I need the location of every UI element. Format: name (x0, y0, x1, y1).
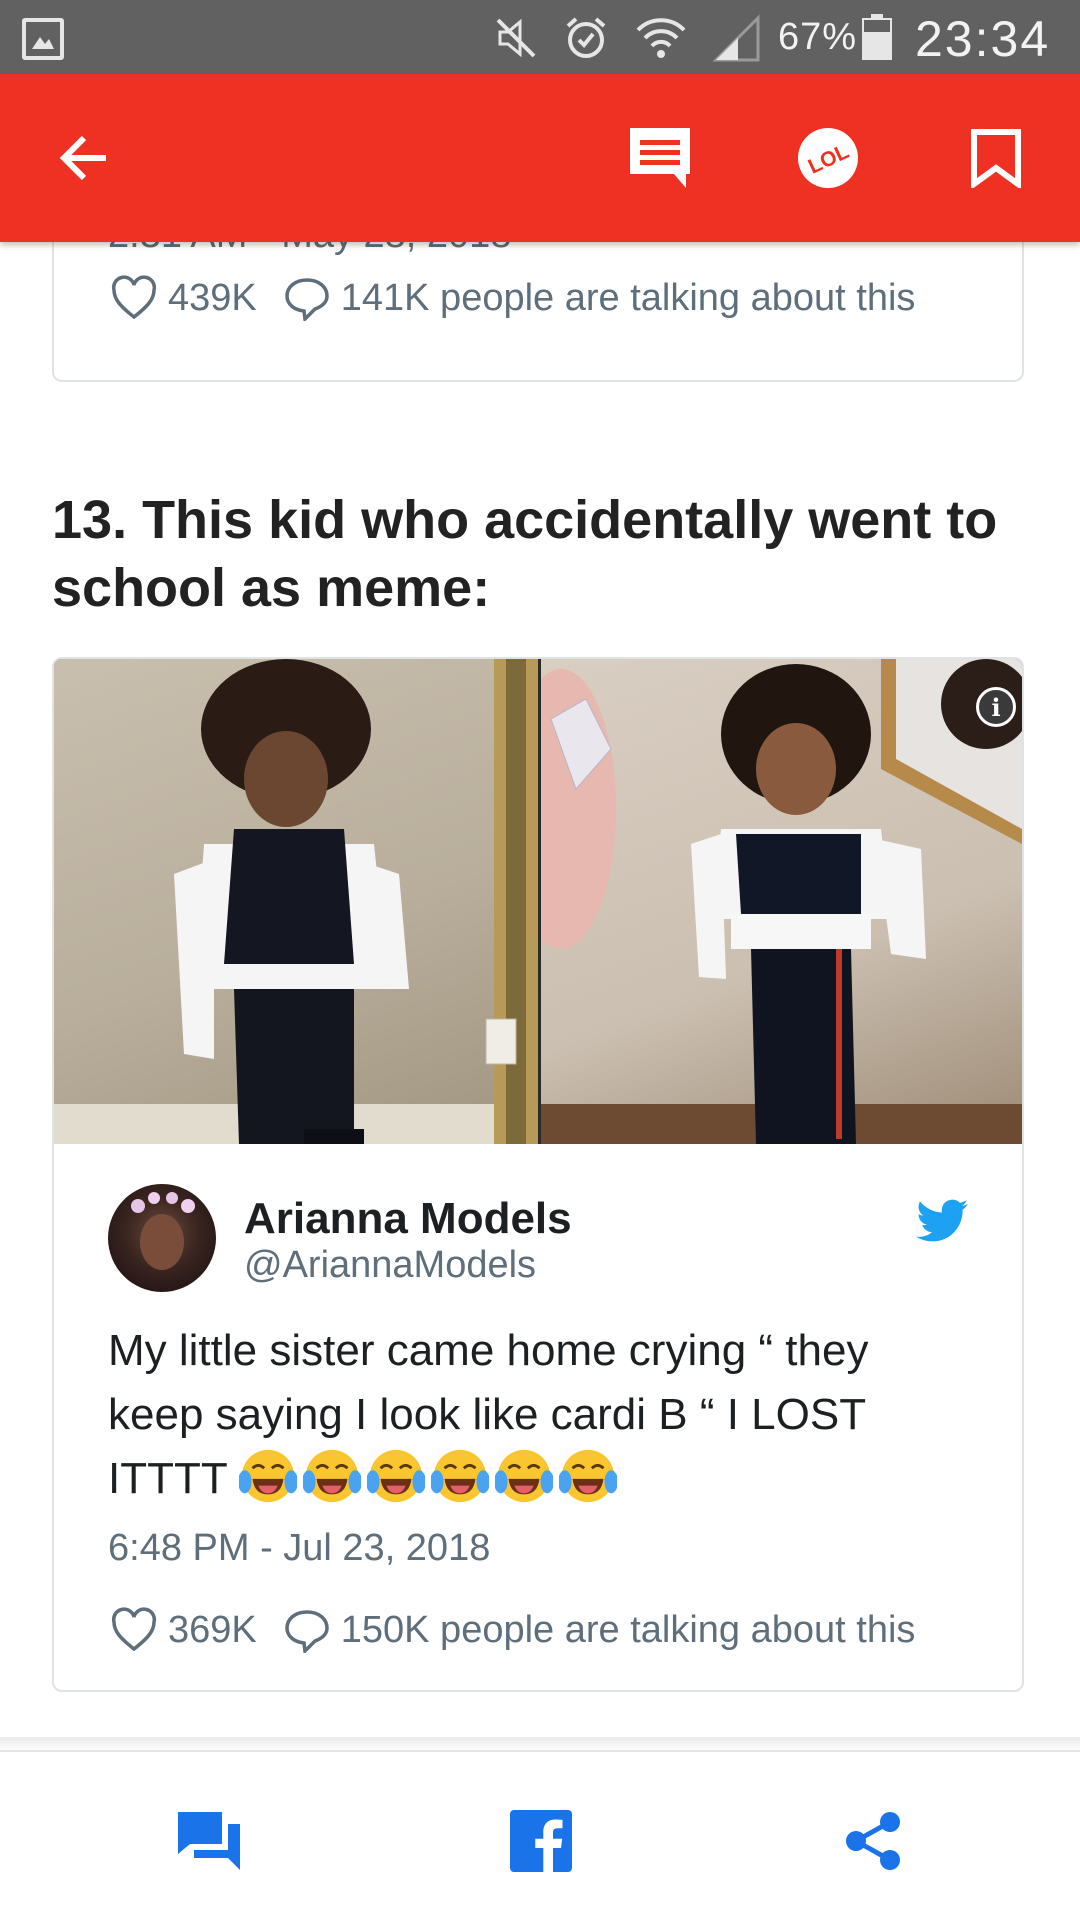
info-icon[interactable]: i (976, 687, 1016, 727)
divider (0, 1737, 1080, 1750)
author-handle: @AriannaModels (244, 1244, 537, 1286)
like-count: 369K (168, 1608, 257, 1651)
tweet-actions: 369K 150K people are talking about this (110, 1607, 915, 1653)
tears-of-joy-emoji-icon (239, 1449, 298, 1503)
heart-icon (111, 1607, 157, 1652)
battery-percent: 67% (778, 16, 858, 58)
battery-icon (862, 14, 892, 60)
talking-count: 141K people are talking about this (340, 276, 916, 319)
previous-tweet-card[interactable]: 2:31 AM - May 28, 2018 439K 141K people … (52, 242, 1024, 382)
tweet-timestamp[interactable]: 6:48 PM - Jul 23, 2018 (108, 1527, 490, 1570)
list-item-heading: 13. This kid who accidentally went to sc… (52, 490, 998, 618)
tears-of-joy-emoji-icon (303, 1449, 362, 1503)
share-button[interactable] (838, 1806, 908, 1876)
back-button[interactable] (46, 120, 122, 196)
tweet-text: My little sister came home crying “ they… (108, 1319, 968, 1511)
article-content: 2:31 AM - May 28, 2018 439K 141K people … (0, 242, 1080, 1750)
comments-button[interactable] (622, 120, 698, 196)
bookmark-button[interactable] (958, 120, 1034, 196)
share-icon (846, 1812, 900, 1870)
bookmark-icon (971, 129, 1021, 188)
facebook-share-button[interactable] (506, 1806, 576, 1876)
chat-icon (178, 1812, 240, 1870)
tears-of-joy-emoji-icon (431, 1449, 490, 1503)
twitter-bird-icon[interactable] (916, 1199, 970, 1243)
alarm-icon (566, 17, 606, 58)
reply-button[interactable] (283, 275, 331, 321)
mute-icon (496, 18, 536, 58)
comment-bubble-icon (284, 1610, 329, 1653)
clock: 23:34 (915, 11, 1051, 67)
previous-tweet-actions: 439K 141K people are talking about this (110, 275, 915, 321)
previous-tweet-timestamp: 2:31 AM - May 28, 2018 (108, 242, 511, 257)
app-bar: LOL (0, 74, 1080, 242)
comment-bubble-icon (284, 278, 329, 321)
tears-of-joy-emoji-icon (495, 1449, 554, 1503)
author-name: Arianna Models (244, 1194, 572, 1243)
facebook-icon (510, 1810, 572, 1872)
signal-icon (712, 14, 760, 62)
talking-count: 150K people are talking about this (340, 1608, 916, 1651)
status-bar: 67% 23:34 (0, 0, 1080, 74)
emoji-row (239, 1449, 623, 1503)
embedded-tweet-card[interactable]: i Arianna Models @AriannaModels My littl… (52, 657, 1024, 1692)
comments-bottom-button[interactable] (174, 1806, 244, 1876)
reply-button[interactable] (283, 1607, 331, 1653)
tears-of-joy-emoji-icon (559, 1449, 618, 1503)
like-button[interactable] (110, 275, 158, 321)
gallery-icon (22, 18, 64, 60)
back-arrow-icon (59, 135, 106, 181)
comments-icon (630, 128, 690, 188)
wifi-icon (636, 18, 686, 58)
tears-of-joy-emoji-icon (367, 1449, 426, 1503)
tweet-media[interactable]: i (54, 659, 1022, 1144)
like-button[interactable] (110, 1607, 158, 1653)
lol-button[interactable]: LOL (790, 120, 866, 196)
bottom-action-bar (0, 1750, 1080, 1922)
like-count: 439K (168, 276, 257, 319)
lol-badge-icon: LOL (798, 128, 858, 188)
avatar[interactable] (108, 1184, 216, 1292)
heart-icon (111, 275, 157, 320)
kid-photo-left[interactable] (54, 659, 538, 1144)
kid-photo-right[interactable] (541, 659, 1022, 1144)
